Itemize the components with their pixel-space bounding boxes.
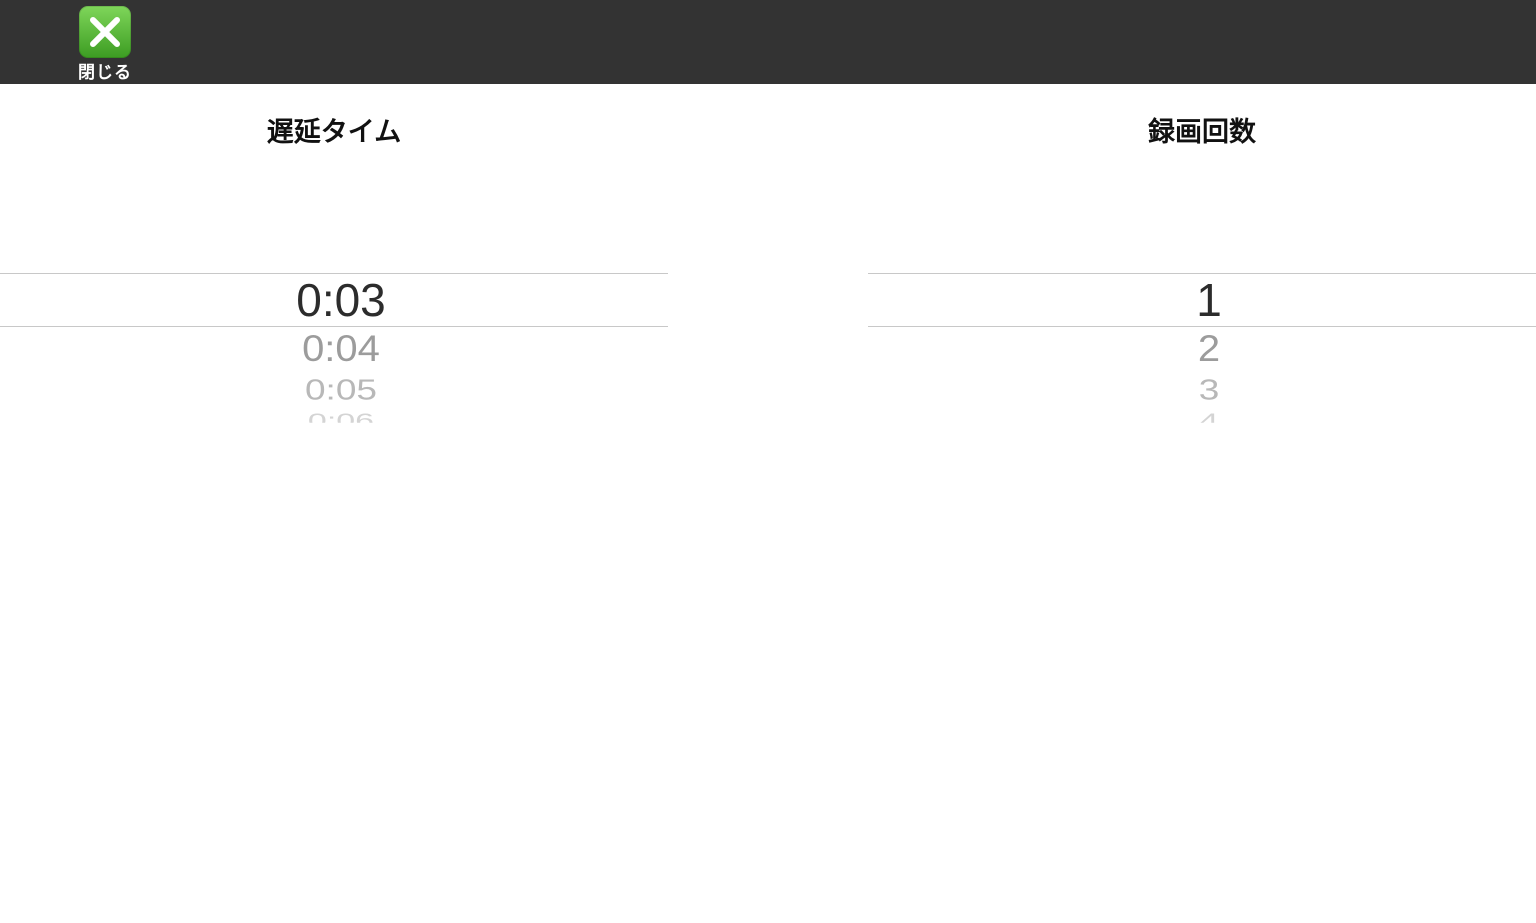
picker-option[interactable]: 4 xyxy=(868,412,1536,423)
close-button[interactable]: 閉じる xyxy=(70,6,140,83)
picker-option[interactable]: 0:06 xyxy=(0,412,668,423)
top-toolbar: 閉じる xyxy=(0,0,1536,84)
close-x-icon[interactable] xyxy=(79,6,131,58)
picker-option-selected[interactable]: 0:03 xyxy=(0,274,668,326)
close-label: 閉じる xyxy=(78,63,132,83)
selection-line-bottom xyxy=(0,326,668,327)
delay-time-title: 遅延タイム xyxy=(266,117,402,148)
picker-option[interactable]: 2 xyxy=(868,330,1536,369)
record-count-title: 録画回数 xyxy=(1148,117,1256,148)
record-count-picker[interactable]: 1 2 3 4 xyxy=(868,150,1536,440)
picker-option[interactable]: 0:05 xyxy=(0,376,668,404)
picker-option[interactable]: 3 xyxy=(868,376,1536,404)
selection-line-bottom xyxy=(868,326,1536,327)
picker-option-selected[interactable]: 1 xyxy=(868,274,1536,326)
delay-time-picker[interactable]: 0:03 0:04 0:05 0:06 xyxy=(0,150,668,440)
picker-option[interactable]: 0:04 xyxy=(0,330,668,369)
